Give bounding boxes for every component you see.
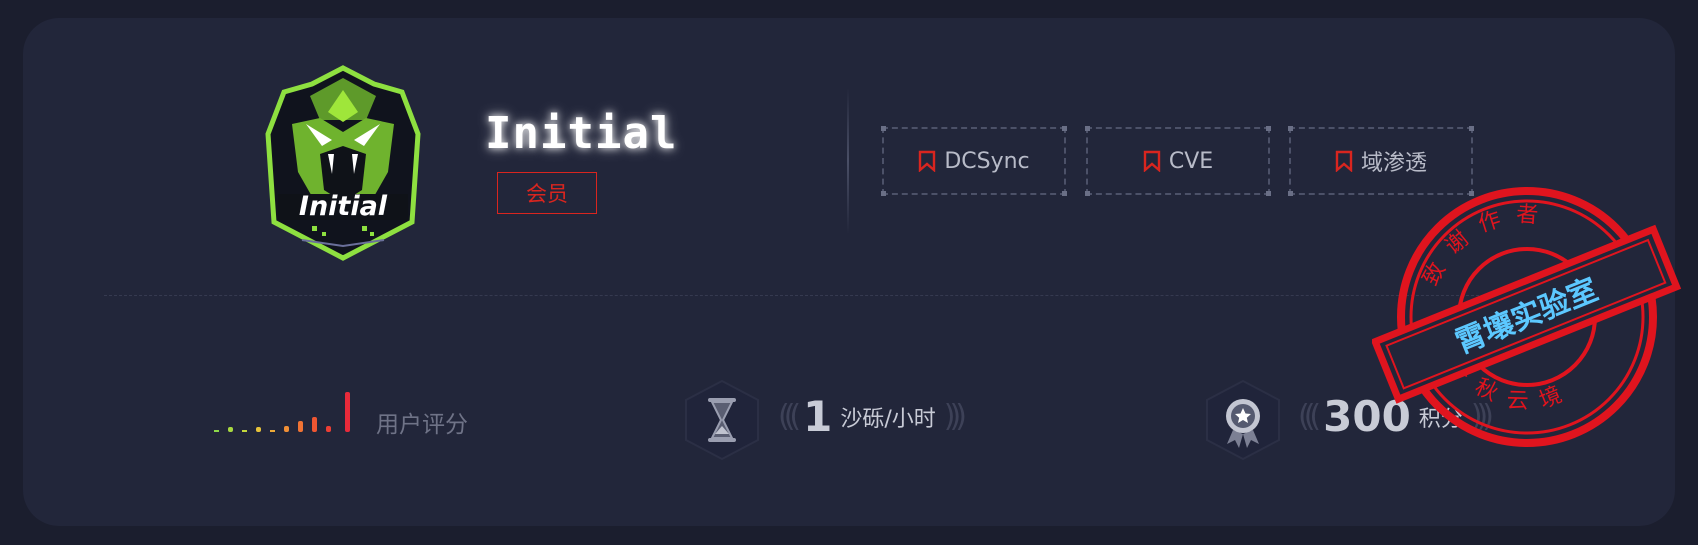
bookmark-icon [1143,150,1161,172]
tag-label: CVE [1168,148,1214,174]
horizontal-divider [104,295,1484,296]
author-thanks-stamp: 致谢作者 春秋云境 霄壤实验室 [1372,187,1682,447]
logo-text: Initial [299,191,388,222]
tag-cve[interactable]: CVE [1085,126,1271,196]
rate-stat: ((( 1 沙砾/小时 ))) [778,392,967,441]
vertical-divider [847,88,849,234]
bookmark-icon [919,150,936,172]
hourglass-icon [685,379,759,461]
tag-label: 域渗透 [1360,151,1427,176]
rate-unit: 沙砾/小时 [840,406,936,432]
lab-title: Initial [485,108,678,159]
rating-label: 用户评分 [376,412,468,438]
rating-bars [214,392,350,432]
rate-value: 1 [803,392,833,441]
tag-dcsync[interactable]: DCSync [881,126,1067,196]
medal-icon [1206,379,1280,461]
lab-logo: Initial [265,65,421,261]
bookmark-icon [1335,150,1353,172]
tag-label: DCSync [944,148,1030,174]
member-badge: 会员 [497,172,597,214]
